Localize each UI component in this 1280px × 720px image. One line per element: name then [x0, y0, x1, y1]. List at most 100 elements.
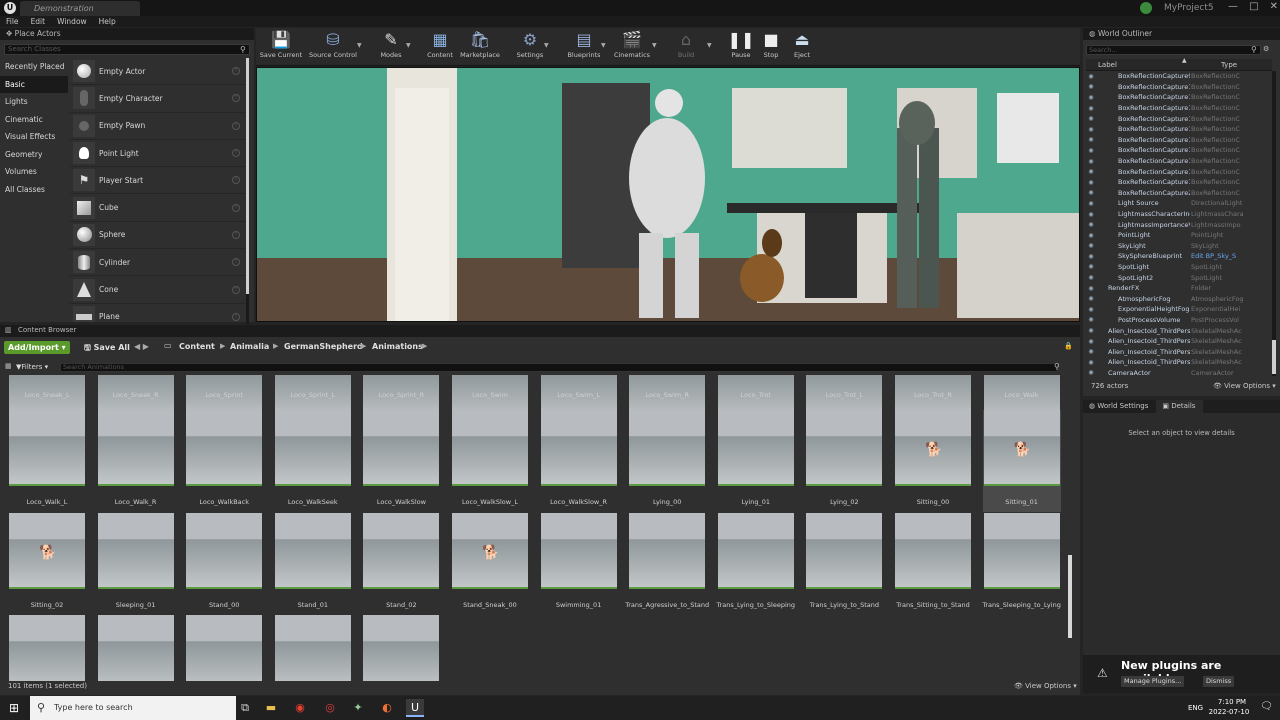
- visibility-eye-icon[interactable]: ◉: [1086, 200, 1096, 207]
- asset-tile[interactable]: Loco_WalkSeek: [274, 410, 352, 512]
- settings-dropdown-icon[interactable]: ▼: [544, 42, 549, 49]
- outliner-row[interactable]: ◉ SkySphereBlueprint Edit BP_Sky_S: [1086, 251, 1272, 262]
- outliner-row[interactable]: ◉ Alien_Insectoid_ThirdPerson SkeletalMesh…: [1086, 325, 1272, 336]
- asset-tile[interactable]: [274, 615, 352, 681]
- type-column-header[interactable]: Type: [1221, 61, 1237, 69]
- visibility-eye-icon[interactable]: ◉: [1086, 211, 1096, 218]
- asset-tile[interactable]: Loco_WalkSlow_L: [451, 410, 529, 512]
- maximize-button[interactable]: □: [1249, 1, 1258, 15]
- actor-item-cone[interactable]: Cone?: [70, 276, 246, 304]
- visibility-eye-icon[interactable]: ◉: [1086, 189, 1096, 196]
- visibility-eye-icon[interactable]: ◉: [1086, 348, 1096, 355]
- outliner-row[interactable]: ◉ Alien_Insectoid_ThirdPerson SkeletalMesh…: [1086, 357, 1272, 368]
- outliner-row[interactable]: ◉ BoxReflectionCapture17 BoxReflectionC: [1086, 156, 1272, 167]
- help-icon[interactable]: ?: [232, 285, 240, 294]
- breadcrumb-separator-icon[interactable]: ▶: [361, 342, 366, 350]
- visibility-eye-icon[interactable]: ◉: [1086, 94, 1096, 101]
- actor-item-empty-character[interactable]: Empty Character?: [70, 85, 246, 113]
- visibility-eye-icon[interactable]: ◉: [1086, 295, 1096, 302]
- content-browser-tab[interactable]: Content Browser ▥: [0, 325, 1080, 337]
- obs-icon[interactable]: ◎: [321, 699, 339, 717]
- outliner-row[interactable]: ◉ BoxReflectionCapture9 BoxReflectionC: [1086, 71, 1272, 82]
- help-icon[interactable]: ?: [232, 230, 240, 239]
- asset-tile[interactable]: Loco_WalkBack: [185, 410, 263, 512]
- breadcrumb-content[interactable]: Content: [179, 342, 215, 351]
- unreal-editor-taskbar-icon[interactable]: U: [406, 699, 424, 717]
- visibility-eye-icon[interactable]: ◉: [1086, 115, 1096, 122]
- actor-item-empty-pawn[interactable]: Empty Pawn?: [70, 113, 246, 140]
- back-arrow-icon[interactable]: ◀: [134, 342, 143, 351]
- outliner-row[interactable]: ◉ BoxReflectionCapture15 BoxReflectionC: [1086, 135, 1272, 146]
- outliner-row[interactable]: ◉ CameraActor CameraActor: [1086, 368, 1272, 376]
- outliner-row[interactable]: ◉ SpotLight SpotLight: [1086, 262, 1272, 273]
- outliner-row[interactable]: ◉ BoxReflectionCapture13 BoxReflectionC: [1086, 113, 1272, 124]
- actor-item-empty-actor[interactable]: Empty Actor?: [70, 58, 246, 86]
- build-dropdown-icon[interactable]: ▼: [707, 42, 712, 49]
- actor-list-scroll-thumb[interactable]: [246, 58, 249, 294]
- category-all-classes[interactable]: All Classes: [0, 181, 68, 199]
- language-indicator[interactable]: ENG: [1188, 704, 1203, 712]
- outliner-row[interactable]: ◉ BoxReflectionCapture11 BoxReflectionC: [1086, 92, 1272, 103]
- modes-dropdown-icon[interactable]: ▼: [406, 42, 411, 49]
- breadcrumb-separator-icon[interactable]: ▶: [422, 342, 427, 350]
- add-import-button[interactable]: Add/Import ▾: [4, 341, 70, 354]
- outliner-row[interactable]: ◉ Alien_Insectoid_ThirdPerson SkeletalMesh…: [1086, 336, 1272, 347]
- visibility-eye-icon[interactable]: ◉: [1086, 168, 1096, 175]
- visibility-eye-icon[interactable]: ◉: [1086, 263, 1096, 270]
- category-recently-placed[interactable]: Recently Placed: [0, 58, 68, 76]
- source-control-button[interactable]: ⛁ Source Control: [308, 29, 358, 65]
- notification-center-icon[interactable]: 🗨: [1260, 701, 1273, 712]
- stop-button[interactable]: ■ Stop: [759, 29, 783, 65]
- tab-details[interactable]: ▣ Details: [1156, 400, 1204, 413]
- category-basic[interactable]: Basic: [0, 75, 68, 93]
- app-icon[interactable]: ✦: [349, 699, 367, 717]
- cinematics-dropdown-icon[interactable]: ▼: [652, 42, 657, 49]
- breadcrumb-animations[interactable]: Animations: [372, 342, 423, 351]
- outliner-scroll-thumb[interactable]: [1272, 340, 1276, 374]
- outliner-row[interactable]: ◉ BoxReflectionCapture16 BoxReflectionC: [1086, 145, 1272, 156]
- help-icon[interactable]: ?: [232, 258, 240, 267]
- actor-item-cube[interactable]: Cube?: [70, 194, 246, 222]
- outliner-row[interactable]: ◉ BoxReflectionCapture19 BoxReflectionC: [1086, 177, 1272, 188]
- visibility-eye-icon[interactable]: ◉: [1086, 83, 1096, 90]
- visibility-eye-icon[interactable]: ◉: [1086, 369, 1096, 376]
- category-geometry[interactable]: Geometry: [0, 146, 68, 164]
- asset-tile[interactable]: Stand_00: [185, 513, 263, 615]
- help-icon[interactable]: ?: [232, 94, 240, 103]
- category-lights[interactable]: Lights: [0, 93, 68, 111]
- source-control-status-icon[interactable]: [1140, 2, 1152, 14]
- blueprints-button[interactable]: ▤ Blueprints: [564, 29, 604, 65]
- cb-view-options-button[interactable]: 👁 View Options ▾: [1014, 682, 1077, 690]
- breadcrumb-separator-icon[interactable]: ▶: [273, 342, 278, 350]
- visibility-eye-icon[interactable]: ◉: [1086, 274, 1096, 281]
- asset-tile[interactable]: 🐕 Sitting_02: [8, 513, 86, 615]
- actor-item-point-light[interactable]: Point Light?: [70, 140, 246, 168]
- outliner-row[interactable]: ◉ SpotLight2 SpotLight: [1086, 272, 1272, 283]
- asset-grid-scroll-thumb[interactable]: [1068, 555, 1072, 638]
- outliner-row[interactable]: ◉ BoxReflectionCapture18 BoxReflectionC: [1086, 166, 1272, 177]
- asset-tile[interactable]: Sleeping_01: [97, 513, 175, 615]
- build-button[interactable]: ⌂ Build: [671, 29, 701, 65]
- asset-tile[interactable]: Lying_00: [628, 410, 706, 512]
- outliner-row[interactable]: ◉ LightmassCharacterIndirectLightmassChar…: [1086, 209, 1272, 220]
- outliner-row[interactable]: ◉ BoxReflectionCapture14 BoxReflectionC: [1086, 124, 1272, 135]
- asset-tile[interactable]: Loco_WalkSlow_R: [540, 410, 618, 512]
- pause-button[interactable]: ❚❚ Pause: [728, 29, 755, 65]
- chrome-icon[interactable]: ◉: [291, 699, 309, 717]
- asset-tile[interactable]: Trans_Lying_to_Sleeping: [717, 513, 795, 615]
- place-actors-tab[interactable]: ✥ Place Actors: [0, 28, 254, 40]
- outliner-row[interactable]: ◉ LightmassImportanceVoluLightmassImpo: [1086, 219, 1272, 230]
- asset-tile[interactable]: Stand_02: [362, 513, 440, 615]
- visibility-eye-icon[interactable]: ◉: [1086, 73, 1096, 80]
- visibility-eye-icon[interactable]: ◉: [1086, 242, 1096, 249]
- search-classes-input[interactable]: Search Classes: [4, 44, 250, 55]
- asset-tile[interactable]: Lying_01: [717, 410, 795, 512]
- sources-toggle-icon[interactable]: ▦: [5, 362, 12, 370]
- visibility-eye-icon[interactable]: ◉: [1086, 158, 1096, 165]
- close-button[interactable]: ✕: [1270, 1, 1278, 15]
- visibility-eye-icon[interactable]: ◉: [1086, 359, 1096, 366]
- manage-plugins-button[interactable]: Manage Plugins...: [1121, 676, 1185, 687]
- help-icon[interactable]: ?: [232, 121, 240, 130]
- asset-tile[interactable]: 🐕 Sitting_01: [982, 410, 1061, 512]
- content-button[interactable]: ▦ Content: [424, 29, 456, 65]
